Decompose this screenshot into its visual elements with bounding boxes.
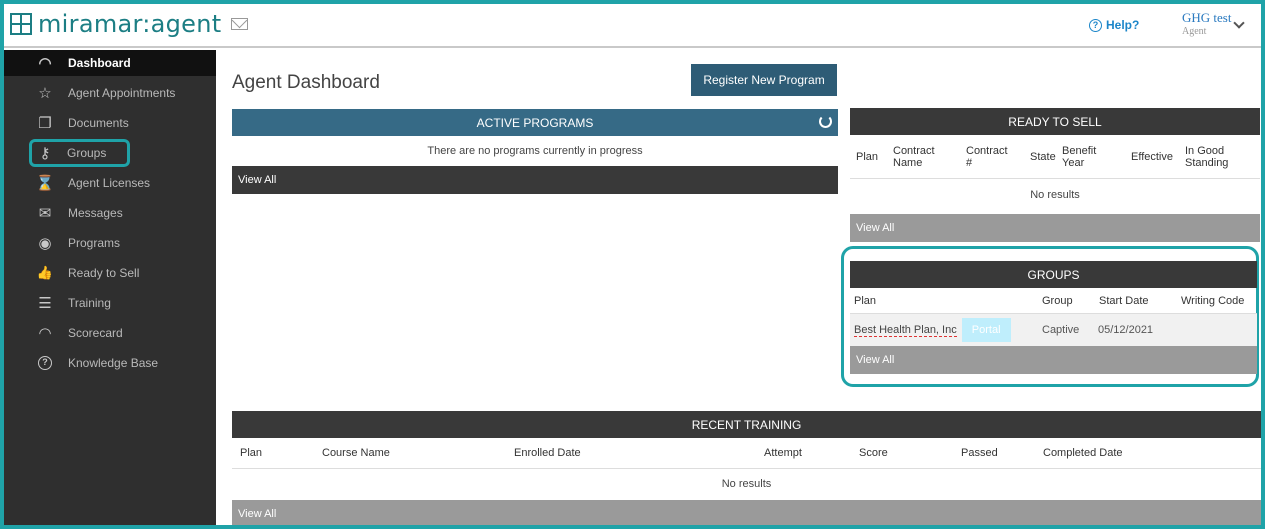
envelope-icon: ✉ [38,205,52,222]
ready-to-sell-empty: No results [1030,188,1080,201]
sidebar-item-agent-appointments[interactable]: ☆ Agent Appointments [4,78,216,108]
sidebar-item-dashboard[interactable]: ◠ Dashboard [4,50,216,76]
group-plan-link[interactable]: Best Health Plan, Inc [854,324,957,337]
app-frame: miramar:agent ? Help? GHG test Agent ◠ D… [4,4,1261,525]
recent-training-header: RECENT TRAINING [232,411,1261,438]
column-header[interactable]: Enrolled Date [514,447,581,459]
user-name: GHG test [1182,10,1232,25]
column-header[interactable]: Group [1042,295,1073,307]
refresh-icon[interactable] [819,115,832,128]
sidebar-item-label: Groups [67,146,107,160]
thumbs-up-icon: 👍 [36,265,54,280]
ready-to-sell-header: READY TO SELL [850,108,1260,135]
sidebar-item-messages[interactable]: ✉ Messages [4,198,216,228]
chevron-down-icon[interactable] [1233,17,1245,29]
ready-to-sell-panel: READY TO SELL Plan Contract Name Contrac… [850,108,1260,242]
sidebar-item-label: Messages [68,206,123,220]
logo-text: miramar:agent [38,10,222,38]
column-header[interactable]: Passed [961,447,998,459]
sidebar-item-agent-licenses[interactable]: ⌛ Agent Licenses [4,168,216,198]
page-title: Agent Dashboard [232,72,380,93]
question-circle-icon: ? [1089,18,1102,32]
ready-to-sell-columns: Plan Contract Name Contract # State Bene… [850,135,1260,179]
column-header[interactable]: Course Name [322,447,390,459]
recent-training-title: RECENT TRAINING [691,417,802,432]
column-header[interactable]: Contract Name [893,145,938,169]
table-row: Best Health Plan, Inc Portal Captive 05/… [850,314,1257,346]
column-header[interactable]: Contract # [966,145,1010,169]
recent-training-empty: No results [232,468,1261,498]
sidebar-item-label: Programs [68,236,121,250]
sidebar-item-training[interactable]: ☰ Training [4,288,216,318]
groups-columns: Plan Group Start Date Writing Code [850,288,1257,314]
logo[interactable]: miramar:agent [10,10,249,38]
recent-training-columns: Plan Course Name Enrolled Date Attempt S… [232,438,1261,468]
sidebar-item-label: Agent Appointments [68,86,176,100]
column-header[interactable]: Plan [854,295,876,307]
recent-training-view-all[interactable]: View All [232,500,1261,525]
groups-title: GROUPS [1027,267,1080,282]
top-bar: miramar:agent ? Help? GHG test Agent [4,4,1261,48]
group-start-date-cell: 05/12/2021 [1098,324,1154,336]
sidebar-item-groups[interactable]: ⚷ Groups [29,139,130,167]
sidebar: ◠ Dashboard ☆ Agent Appointments ❐ Docum… [4,50,216,525]
column-header[interactable]: State [1030,151,1056,163]
question-circle-icon: ? [36,355,54,371]
sidebar-item-documents[interactable]: ❐ Documents [4,108,216,138]
column-header[interactable]: In Good Standing [1185,145,1240,169]
groups-panel: GROUPS Plan Group Start Date Writing Cod… [850,261,1257,374]
active-programs-title: ACTIVE PROGRAMS [476,115,594,130]
sidebar-item-label: Scorecard [68,326,123,340]
active-programs-panel: ACTIVE PROGRAMS There are no programs cu… [232,109,838,194]
sidebar-item-scorecard[interactable]: ◠ Scorecard [4,318,216,348]
column-header[interactable]: Writing Code [1181,295,1244,307]
column-header[interactable]: Score [859,447,888,459]
ready-to-sell-title: READY TO SELL [1008,114,1102,129]
column-header[interactable]: Attempt [764,447,802,459]
user-menu[interactable]: GHG test Agent [1182,10,1231,37]
column-header[interactable]: Plan [240,447,262,459]
sidebar-item-ready-to-sell[interactable]: 👍 Ready to Sell [4,258,216,288]
dashboard-gauge-icon: ◠ [38,55,52,72]
sidebar-item-label: Ready to Sell [68,266,140,280]
sidebar-item-programs[interactable]: ◉ Programs [4,228,216,258]
portal-button[interactable]: Portal [961,318,1011,342]
sidebar-item-label: Knowledge Base [68,356,159,370]
group-plan-cell: Best Health Plan, Inc Portal [854,318,1011,342]
active-programs-view-all[interactable]: View All [232,166,838,194]
logo-mark-icon [10,13,32,35]
help-label: Help? [1106,18,1140,32]
groups-highlight: GROUPS Plan Group Start Date Writing Cod… [841,246,1259,387]
license-icon: ⌛ [35,175,55,192]
document-icon: ❐ [38,115,52,132]
group-type-cell: Captive [1042,324,1080,336]
question-circle-glyph: ? [38,356,52,370]
recent-training-panel: RECENT TRAINING Plan Course Name Enrolle… [232,411,1261,525]
eye-icon: ◉ [38,235,52,252]
main-content: Agent Dashboard Register New Program ACT… [216,50,1261,525]
active-programs-header: ACTIVE PROGRAMS [232,109,838,136]
active-programs-empty: There are no programs currently in progr… [427,145,643,157]
sidebar-item-knowledge-base[interactable]: ? Knowledge Base [4,348,216,378]
ready-to-sell-view-all[interactable]: View All [850,214,1260,242]
register-new-program-button[interactable]: Register New Program [691,64,837,96]
sidebar-item-label: Agent Licenses [68,176,151,190]
star-icon: ☆ [38,85,52,102]
sidebar-item-label: Training [68,296,111,310]
column-header[interactable]: Effective [1131,151,1173,163]
sidebar-item-label: Documents [68,116,129,130]
key-icon: ⚷ [39,145,51,162]
mail-icon[interactable] [231,18,249,30]
groups-header: GROUPS [850,261,1257,288]
sidebar-item-label: Dashboard [68,56,131,70]
groups-view-all[interactable]: View All [850,346,1257,374]
column-header[interactable]: Plan [856,151,878,163]
checklist-icon: ☰ [38,295,52,312]
column-header[interactable]: Completed Date [1043,447,1123,459]
column-header[interactable]: Benefit Year [1062,145,1098,169]
column-header[interactable]: Start Date [1099,295,1149,307]
scorecard-gauge-icon: ◠ [38,325,52,342]
user-role: Agent [1182,26,1207,37]
help-link[interactable]: ? Help? [1089,18,1139,32]
